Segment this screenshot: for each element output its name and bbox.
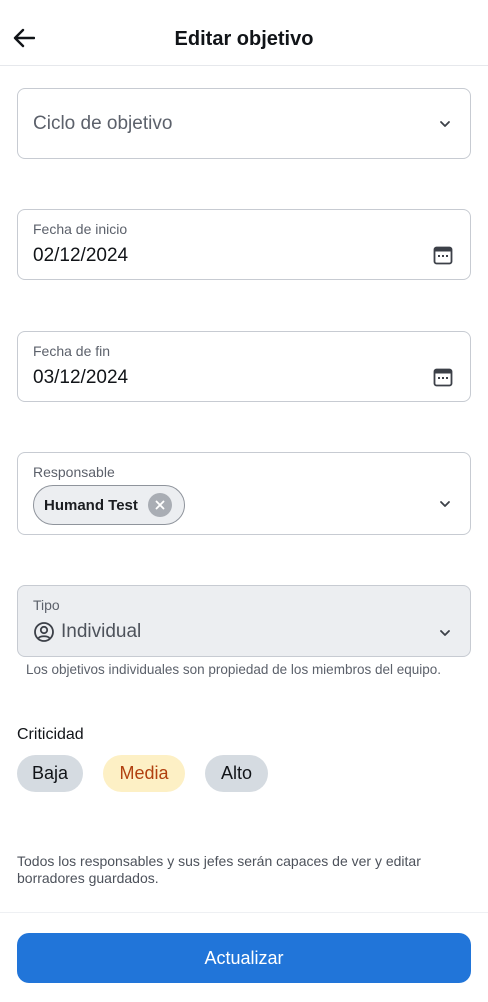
start-date-field[interactable]: Fecha de inicio 02/12/2024 [17, 209, 471, 280]
update-button[interactable]: Actualizar [17, 933, 471, 983]
start-date-label: Fecha de inicio [33, 221, 128, 237]
remove-chip-button[interactable] [147, 493, 172, 517]
chevron-down-icon [438, 626, 452, 640]
calendar-icon[interactable] [432, 244, 454, 266]
type-value-text: Individual [61, 621, 142, 642]
end-date-label: Fecha de fin [33, 343, 111, 359]
top-app-bar: Editar objetivo [0, 0, 488, 66]
footer-bar: Actualizar [0, 912, 488, 1002]
start-date-value: 02/12/2024 [33, 245, 129, 266]
end-date-value: 03/12/2024 [33, 367, 129, 388]
drafts-note: Todos los responsables y sus jefes serán… [17, 853, 421, 886]
owner-chip-label: Humand Test [44, 496, 138, 514]
type-label: Tipo [33, 597, 60, 613]
type-select[interactable]: Tipo Individual [17, 585, 471, 657]
cycle-select-placeholder: Ciclo de objetivo [33, 113, 173, 134]
owner-label: Responsable [33, 464, 115, 480]
cycle-select[interactable]: Ciclo de objetivo [17, 88, 471, 159]
chevron-down-icon [438, 497, 452, 511]
end-date-field[interactable]: Fecha de fin 03/12/2024 [17, 331, 471, 402]
criticality-option-media[interactable]: Media [103, 755, 185, 792]
criticality-option-baja[interactable]: Baja [17, 755, 83, 792]
owner-chip[interactable]: Humand Test [33, 485, 185, 525]
criticality-option-alto[interactable]: Alto [205, 755, 268, 792]
chevron-down-icon [438, 117, 452, 131]
close-icon [155, 500, 165, 510]
calendar-icon[interactable] [432, 366, 454, 388]
owner-select[interactable]: Responsable Humand Test [17, 452, 471, 535]
user-circle-icon [34, 622, 54, 642]
page-title: Editar objetivo [174, 28, 314, 50]
criticality-label: Criticidad [17, 726, 84, 743]
type-value: Individual [33, 621, 141, 643]
type-helper-text: Los objetivos individuales son propiedad… [26, 662, 442, 677]
